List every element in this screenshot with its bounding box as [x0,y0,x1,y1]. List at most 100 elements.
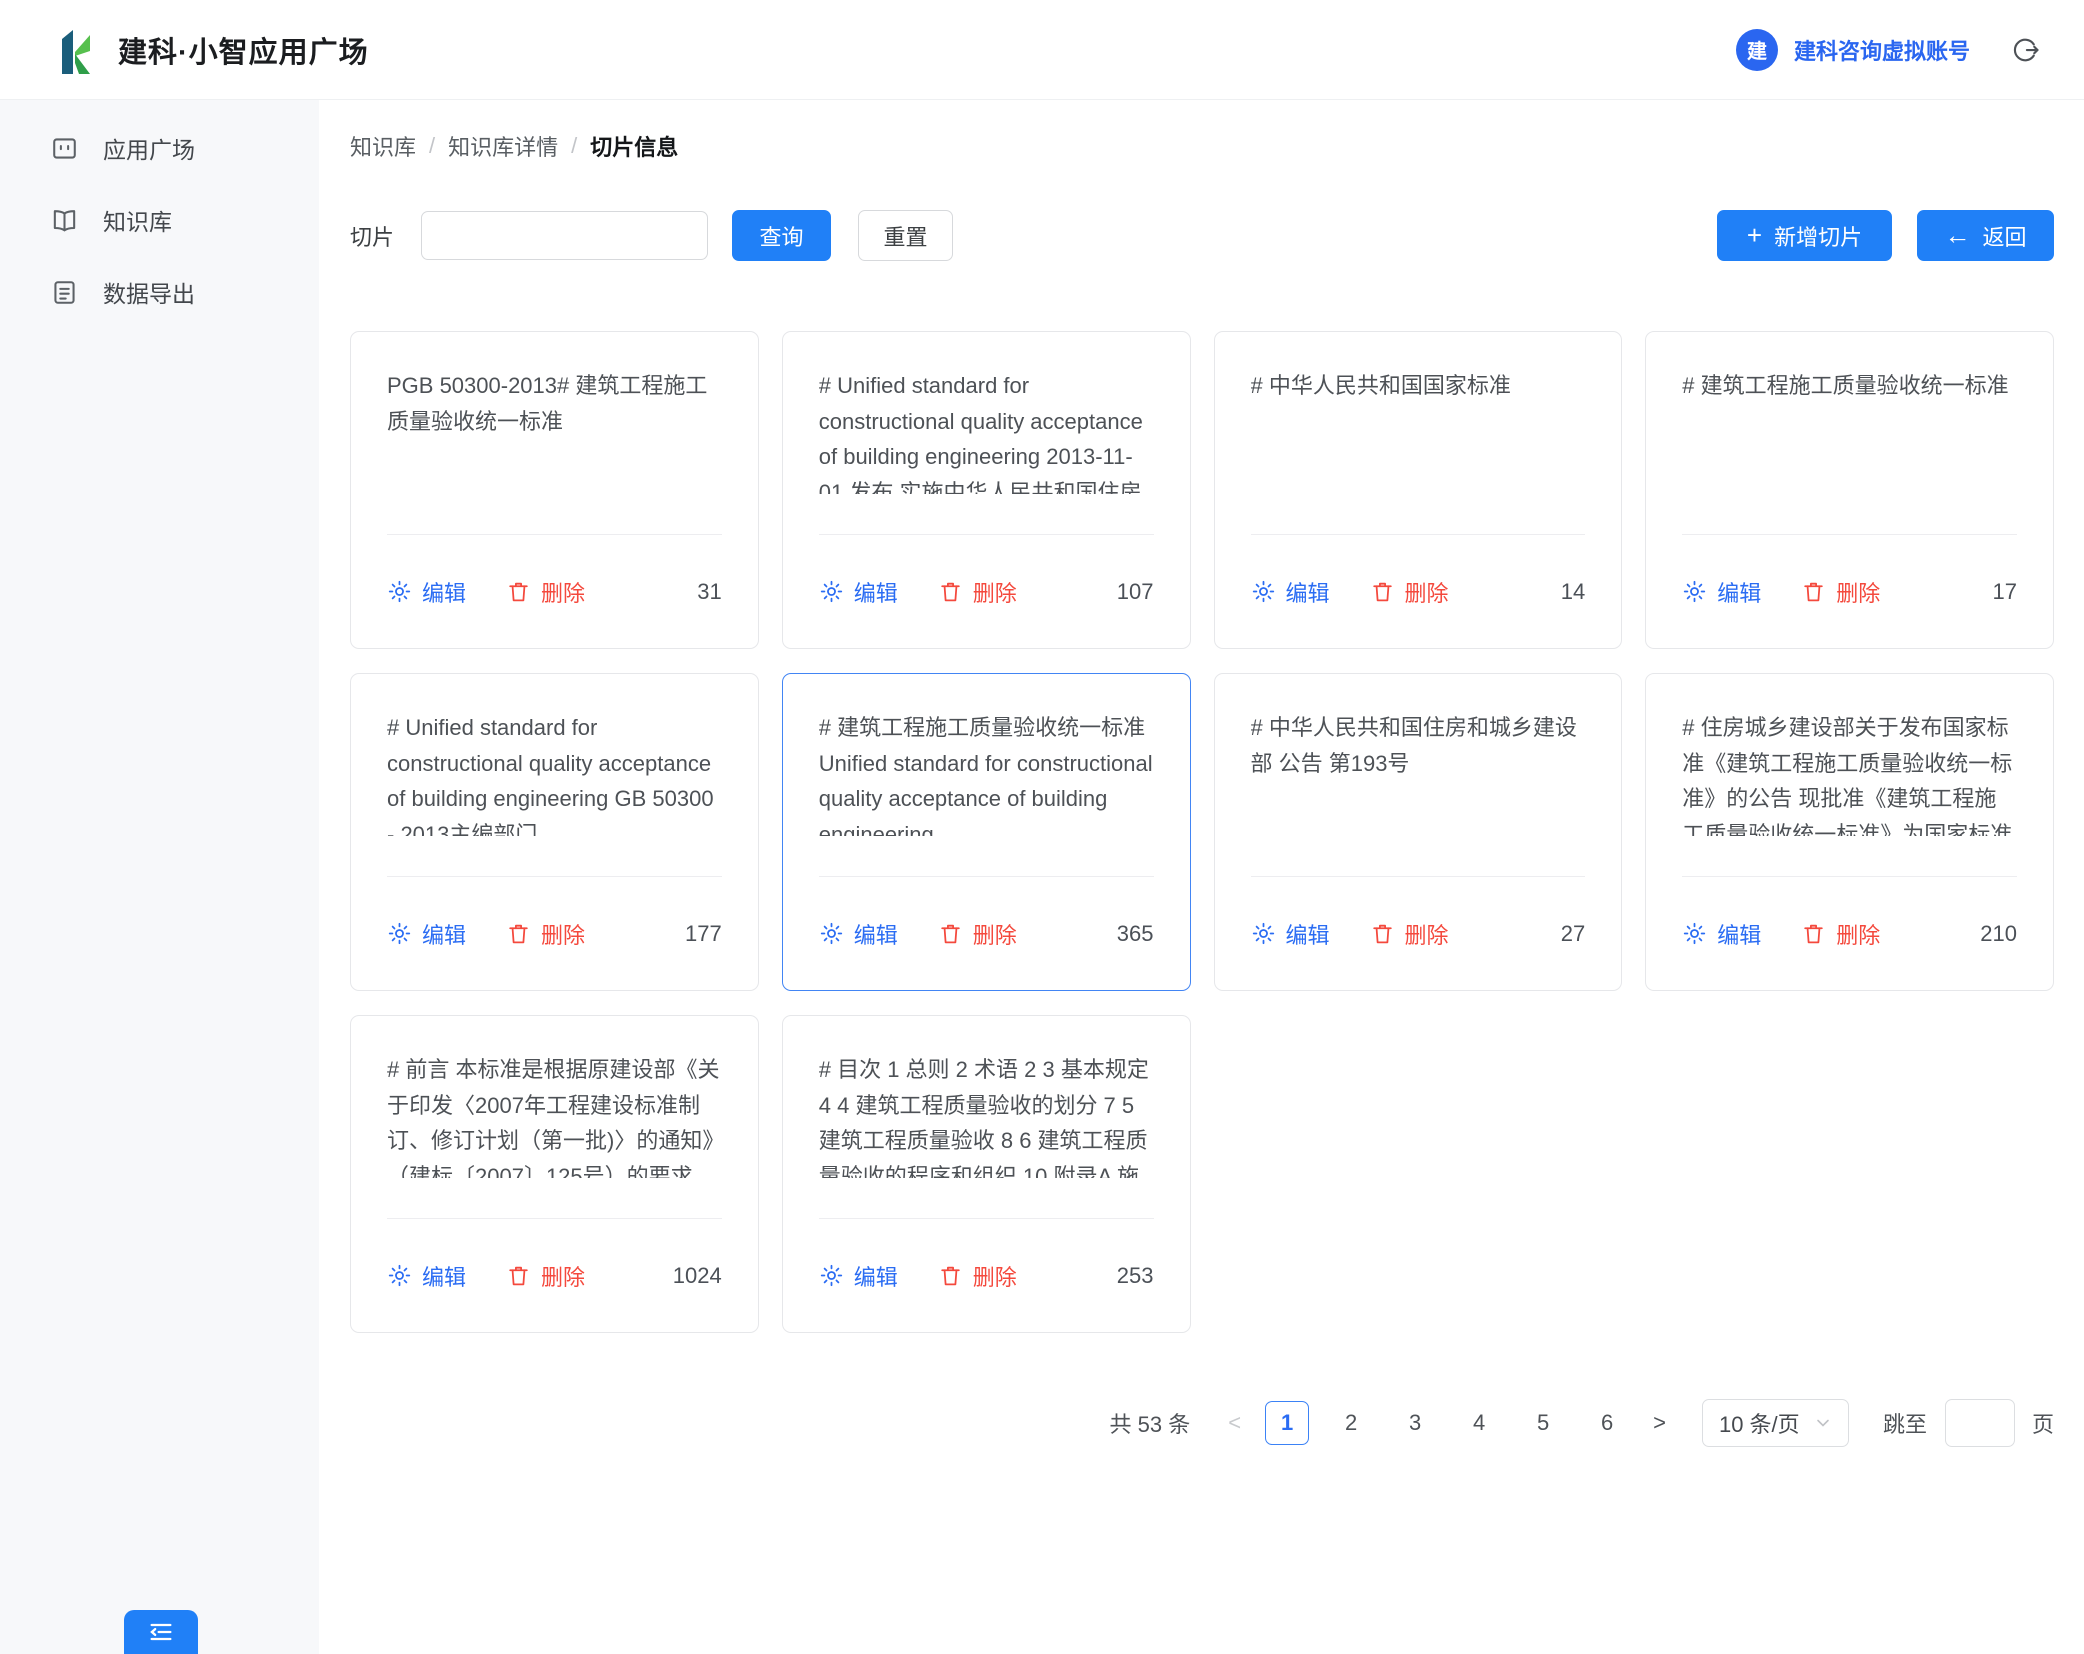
delete-button[interactable]: 删除 [506,576,585,608]
gear-icon [387,921,412,946]
main-content: 知识库 / 知识库详情 / 切片信息 切片 查询 重置 + 新增切片 ← 返回 [319,100,2084,1654]
delete-button[interactable]: 删除 [1370,918,1449,950]
trash-icon [1801,921,1826,946]
delete-button[interactable]: 删除 [938,576,1017,608]
next-page-button[interactable]: > [1639,1410,1680,1436]
edit-label: 编辑 [1286,918,1330,950]
delete-label: 删除 [1405,918,1449,950]
delete-button[interactable]: 删除 [506,1260,585,1292]
reset-button[interactable]: 重置 [858,210,953,261]
delete-label: 删除 [541,576,585,608]
back-button[interactable]: ← 返回 [1917,210,2054,261]
edit-button[interactable]: 编辑 [387,1260,466,1292]
sidebar: 应用广场 知识库 数据导出 [0,100,319,1654]
page-button-3[interactable]: 3 [1393,1401,1437,1445]
delete-label: 删除 [541,1260,585,1292]
edit-button[interactable]: 编辑 [819,918,898,950]
breadcrumb-slice-info: 切片信息 [590,130,678,162]
trash-icon [1370,921,1395,946]
slice-card-text: PGB 50300-2013# 建筑工程施工质量验收统一标准 [387,368,722,494]
delete-label: 删除 [1836,918,1880,950]
slice-card-text: # Unified standard for constructional qu… [387,710,722,836]
delete-button[interactable]: 删除 [1801,918,1880,950]
page-unit-label: 页 [2032,1407,2054,1439]
slice-count: 27 [1561,921,1585,947]
slice-card-text: # 目次 1 总则 2 术语 2 3 基本规定 4 4 建筑工程质量验收的划分 … [819,1052,1154,1178]
page-button-2[interactable]: 2 [1329,1401,1373,1445]
slice-card[interactable]: # 住房城乡建设部关于发布国家标准《建筑工程施工质量验收统一标准》的公告 现批准… [1645,673,2054,991]
trash-icon [506,579,531,604]
slice-card[interactable]: # 中华人民共和国住房和城乡建设部 公告 第193号 编辑 删除 27 [1214,673,1623,991]
edit-button[interactable]: 编辑 [819,576,898,608]
add-slice-label: 新增切片 [1774,220,1862,252]
book-icon [50,206,79,235]
breadcrumb-knowledge-base[interactable]: 知识库 [350,130,416,162]
slice-card-text: # 前言 本标准是根据原建设部《关于印发〈2007年工程建设标准制订、修订计划（… [387,1052,722,1178]
slice-count: 1024 [673,1263,722,1289]
trash-icon [938,921,963,946]
edit-label: 编辑 [1717,576,1761,608]
edit-label: 编辑 [422,1260,466,1292]
slice-count: 17 [1993,579,2017,605]
trash-icon [938,1263,963,1288]
jump-page-input[interactable] [1945,1399,2015,1447]
page-button-1[interactable]: 1 [1265,1401,1309,1445]
user-avatar[interactable]: 建 [1736,29,1778,71]
breadcrumb-kb-detail[interactable]: 知识库详情 [448,130,558,162]
edit-button[interactable]: 编辑 [819,1260,898,1292]
slice-card[interactable]: # 前言 本标准是根据原建设部《关于印发〈2007年工程建设标准制订、修订计划（… [350,1015,759,1333]
slice-card[interactable]: # 目次 1 总则 2 术语 2 3 基本规定 4 4 建筑工程质量验收的划分 … [782,1015,1191,1333]
edit-button[interactable]: 编辑 [1682,918,1761,950]
app-header: 建科·小智应用广场 建 建科咨询虚拟账号 [0,0,2084,100]
gear-icon [819,921,844,946]
slice-card[interactable]: # 中华人民共和国国家标准 编辑 删除 14 [1214,331,1623,649]
query-button[interactable]: 查询 [732,210,831,261]
add-slice-button[interactable]: + 新增切片 [1717,210,1892,261]
delete-button[interactable]: 删除 [938,1260,1017,1292]
page-button-4[interactable]: 4 [1457,1401,1501,1445]
slice-card-selected[interactable]: # 建筑工程施工质量验收统一标准 Unified standard for co… [782,673,1191,991]
delete-button[interactable]: 删除 [938,918,1017,950]
slice-cards-grid: PGB 50300-2013# 建筑工程施工质量验收统一标准 编辑 删除 31 … [350,331,2054,1333]
edit-button[interactable]: 编辑 [1251,918,1330,950]
delete-button[interactable]: 删除 [1801,576,1880,608]
logout-icon[interactable] [2010,35,2040,65]
breadcrumb-separator: / [416,133,448,159]
slice-count: 14 [1561,579,1585,605]
delete-label: 删除 [973,576,1017,608]
slice-count: 365 [1117,921,1154,947]
sidebar-item-knowledge-base[interactable]: 知识库 [0,184,319,256]
delete-button[interactable]: 删除 [506,918,585,950]
slice-card[interactable]: # Unified standard for constructional qu… [782,331,1191,649]
slice-card[interactable]: # Unified standard for constructional qu… [350,673,759,991]
edit-label: 编辑 [854,918,898,950]
edit-button[interactable]: 编辑 [387,918,466,950]
page-size-select[interactable]: 10 条/页 [1702,1399,1849,1447]
data-export-icon [50,278,79,307]
gear-icon [1682,921,1707,946]
slice-card[interactable]: PGB 50300-2013# 建筑工程施工质量验收统一标准 编辑 删除 31 [350,331,759,649]
sidebar-item-label: 知识库 [103,203,172,237]
edit-label: 编辑 [854,1260,898,1292]
sidebar-item-label: 数据导出 [103,275,195,309]
app-square-icon [50,134,79,163]
slice-card-text: # 建筑工程施工质量验收统一标准 Unified standard for co… [819,710,1154,836]
chevron-down-icon [1814,1414,1832,1432]
prev-page-button[interactable]: < [1214,1410,1255,1436]
sidebar-collapse-button[interactable] [124,1610,198,1654]
delete-button[interactable]: 删除 [1370,576,1449,608]
edit-label: 编辑 [1286,576,1330,608]
page-button-5[interactable]: 5 [1521,1401,1565,1445]
edit-button[interactable]: 编辑 [1682,576,1761,608]
page-button-6[interactable]: 6 [1585,1401,1629,1445]
edit-button[interactable]: 编辑 [1251,576,1330,608]
breadcrumb-separator: / [558,133,590,159]
app-title: 建科·小智应用广场 [118,29,369,71]
slice-card[interactable]: # 建筑工程施工质量验收统一标准 编辑 删除 17 [1645,331,2054,649]
edit-button[interactable]: 编辑 [387,576,466,608]
account-name[interactable]: 建科咨询虚拟账号 [1794,34,1970,66]
sidebar-item-app-plaza[interactable]: 应用广场 [0,112,319,184]
filter-row: 切片 查询 重置 + 新增切片 ← 返回 [350,210,2054,261]
sidebar-item-data-export[interactable]: 数据导出 [0,256,319,328]
slice-search-input[interactable] [421,211,708,260]
